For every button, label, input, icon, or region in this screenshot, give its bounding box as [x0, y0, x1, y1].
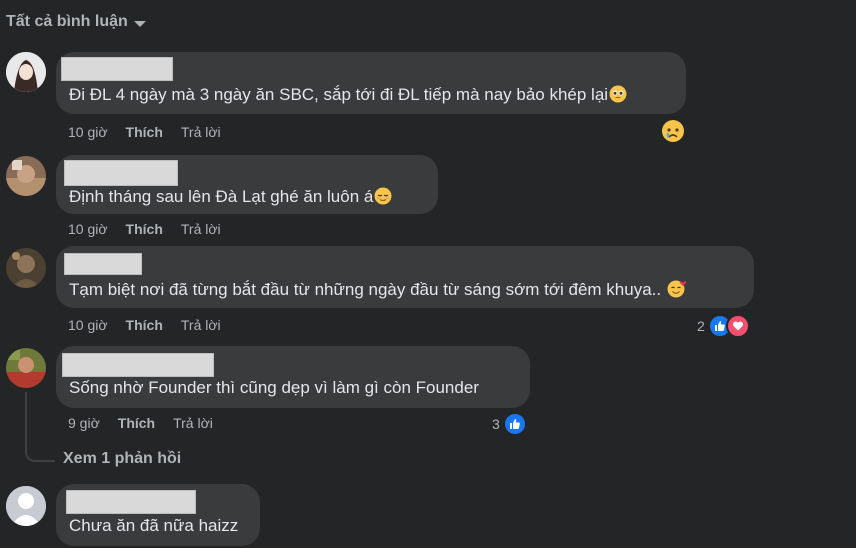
view-replies-link[interactable]: Xem 1 phản hồi: [63, 450, 181, 468]
comment-text: Chưa ăn đã nữa haizz: [69, 516, 239, 535]
smiling-face-with-hearts-icon: [667, 280, 687, 303]
comment-filter-label: Tất cả bình luận: [6, 13, 128, 30]
avatar[interactable]: [6, 52, 46, 92]
comment-text: Tạm biệt nơi đã từng bắt đầu từ những ng…: [69, 280, 687, 303]
reaction-count: 3: [492, 416, 500, 432]
comment-time[interactable]: 10 giờ: [68, 124, 108, 140]
reply-thread-line: [25, 392, 55, 462]
avatar[interactable]: [6, 156, 46, 196]
comment-time[interactable]: 9 giờ: [68, 415, 100, 431]
redacted-author-name: [61, 57, 173, 81]
avatar-image: [6, 348, 46, 388]
default-avatar-icon: [6, 486, 46, 526]
like-button[interactable]: Thích: [126, 221, 163, 237]
redacted-author-name: [62, 353, 214, 377]
avatar[interactable]: [6, 486, 46, 526]
comment-time[interactable]: 10 giờ: [68, 317, 108, 333]
avatar[interactable]: [6, 248, 46, 288]
comment-filter-dropdown[interactable]: Tất cả bình luận: [6, 13, 146, 31]
avatar-image: [6, 52, 46, 92]
like-button[interactable]: Thích: [126, 317, 163, 333]
comment-meta: 10 giờ Thích Trả lời: [68, 124, 221, 140]
reaction-summary[interactable]: 2: [697, 314, 750, 338]
caret-down-icon: [133, 20, 146, 27]
reply-button[interactable]: Trả lời: [181, 221, 221, 237]
comment-text: Định tháng sau lên Đà Lạt ghé ăn luôn á: [69, 187, 392, 210]
comment-time[interactable]: 10 giờ: [68, 221, 108, 237]
like-button[interactable]: Thích: [118, 415, 155, 431]
avatar[interactable]: [6, 348, 46, 388]
relieved-face-icon: [374, 187, 392, 210]
like-button[interactable]: Thích: [126, 124, 163, 140]
reply-button[interactable]: Trả lời: [173, 415, 213, 431]
reply-button[interactable]: Trả lời: [181, 124, 221, 140]
reply-button[interactable]: Trả lời: [181, 317, 221, 333]
redacted-author-name: [64, 160, 178, 186]
reaction-summary[interactable]: 3: [492, 412, 527, 436]
sad-face-icon[interactable]: [661, 119, 685, 148]
comment-meta: 9 giờ Thích Trả lời: [68, 415, 213, 431]
comment-text: Sống nhờ Founder thì cũng dẹp vì làm gì …: [69, 378, 479, 397]
redacted-author-name: [66, 490, 196, 514]
like-icon: [502, 412, 527, 436]
comment-text: Đi ĐL 4 ngày mà 3 ngày ăn SBC, sắp tới đ…: [69, 85, 627, 108]
reaction-count: 2: [697, 318, 705, 334]
redacted-author-name: [64, 253, 142, 275]
comment-meta: 10 giờ Thích Trả lời: [68, 317, 221, 333]
pleading-face-icon: [609, 85, 627, 108]
love-icon: [725, 314, 750, 338]
comment-meta: 10 giờ Thích Trả lời: [68, 221, 221, 237]
avatar-image: [6, 156, 46, 196]
avatar-image: [6, 248, 46, 288]
